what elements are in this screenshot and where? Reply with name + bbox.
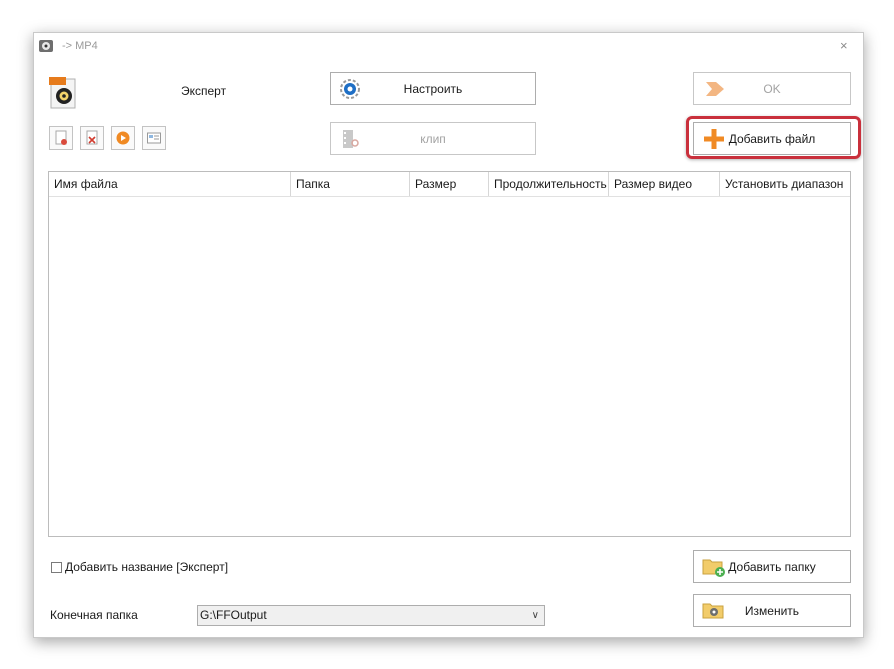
remove-file-button[interactable] (49, 126, 73, 150)
add-folder-button[interactable]: Добавить папку (693, 550, 851, 583)
settings-label: Настроить (403, 81, 463, 96)
delete-icon (86, 130, 98, 145)
delete-button[interactable] (80, 126, 104, 150)
play-button[interactable] (111, 126, 135, 150)
settings-button[interactable]: Настроить (330, 72, 536, 105)
output-folder-label: Конечная папка (50, 608, 138, 622)
add-folder-label: Добавить папку (728, 559, 816, 574)
ok-button[interactable]: OK (693, 72, 851, 105)
change-button[interactable]: Изменить (693, 594, 851, 627)
folder-film-icon (702, 603, 724, 618)
remove-file-icon (55, 130, 67, 145)
output-folder-path: G:\FFOutput (200, 608, 267, 622)
film-scissors-icon (343, 129, 359, 148)
add-file-highlight (686, 116, 861, 159)
chevron-down-icon: ∨ (531, 610, 539, 621)
add-folder-icon (702, 559, 725, 577)
play-icon (116, 131, 130, 145)
add-name-label: Добавить название [Эксперт] (65, 560, 229, 574)
media-info-icon (147, 132, 161, 144)
profile-label: Эксперт (181, 84, 227, 98)
clip-button[interactable]: клип (330, 122, 536, 155)
app-icon (39, 40, 53, 52)
column-header-size[interactable]: Размер (410, 172, 489, 196)
column-header-duration[interactable]: Продолжительность (489, 172, 609, 196)
window-title: -> MP4 (62, 40, 98, 52)
converter-window: -> MP4 × Эксперт Настроить OK клип Добав… (33, 32, 864, 638)
column-header-filename[interactable]: Имя файла (49, 172, 291, 196)
clip-label: клип (420, 131, 446, 146)
gear-icon (340, 78, 360, 99)
table-header: Имя файла Папка Размер Продолжительность… (49, 172, 850, 197)
column-header-range[interactable]: Установить диапазон (720, 172, 850, 196)
output-folder-select[interactable]: G:\FFOutput ∨ (197, 605, 545, 626)
add-name-checkbox-row[interactable]: Добавить название [Эксперт] (51, 560, 228, 574)
add-name-checkbox[interactable] (51, 561, 62, 573)
file-list-table[interactable]: Имя файла Папка Размер Продолжительность… (48, 171, 851, 537)
arrow-right-icon (706, 81, 724, 96)
close-icon[interactable]: × (840, 38, 848, 53)
column-header-video-size[interactable]: Размер видео (609, 172, 720, 196)
media-info-button[interactable] (142, 126, 166, 150)
change-label: Изменить (744, 603, 800, 618)
ok-label: OK (763, 81, 781, 96)
column-header-folder[interactable]: Папка (291, 172, 410, 196)
mp4-film-icon (49, 77, 76, 109)
